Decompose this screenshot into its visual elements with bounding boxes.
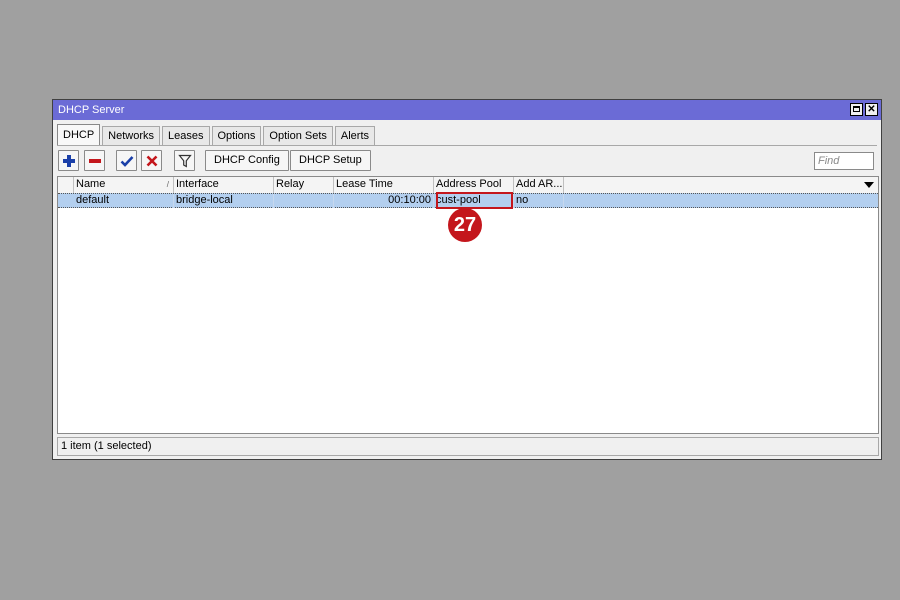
dhcp-server-window: DHCP Server ✕ DHCP Networks Leases Optio… (52, 99, 882, 460)
add-button[interactable] (58, 150, 79, 171)
tab-networks[interactable]: Networks (102, 126, 161, 145)
column-header-address-pool[interactable]: Address Pool (434, 177, 514, 193)
tab-option-sets[interactable]: Option Sets (263, 126, 333, 145)
step-number-badge: 27 (448, 208, 482, 242)
remove-button[interactable] (84, 150, 105, 171)
check-icon (120, 156, 134, 167)
close-button[interactable]: ✕ (865, 103, 878, 116)
window-titlebar[interactable]: DHCP Server ✕ (53, 100, 881, 120)
tab-bar: DHCP Networks Leases Options Option Sets… (57, 124, 377, 145)
column-header-label: Name (76, 178, 106, 190)
cell-add-arp: no (514, 194, 564, 208)
tab-options[interactable]: Options (211, 126, 262, 145)
plus-icon (63, 155, 75, 167)
column-header-add-arp[interactable]: Add AR... (514, 177, 564, 193)
x-icon (146, 155, 158, 167)
disable-button[interactable] (141, 150, 162, 171)
window-title: DHCP Server (58, 104, 125, 116)
tab-alerts[interactable]: Alerts (334, 126, 376, 145)
tab-divider (57, 145, 877, 146)
address-pool-highlight (436, 192, 513, 209)
status-text: 1 item (1 selected) (61, 440, 152, 452)
tab-dhcp[interactable]: DHCP (57, 124, 101, 145)
column-header-name[interactable]: Name / (74, 177, 174, 193)
minus-icon (89, 159, 101, 163)
find-input[interactable] (814, 152, 874, 170)
filter-icon (178, 154, 192, 168)
enable-button[interactable] (116, 150, 137, 171)
column-header-lease-time[interactable]: Lease Time (334, 177, 434, 193)
column-header-flags[interactable] (58, 177, 74, 193)
filter-button[interactable] (174, 150, 195, 171)
table-row[interactable]: default bridge-local 00:10:00 cust-pool … (58, 192, 878, 209)
cell-name: default (74, 194, 174, 208)
dhcp-setup-button[interactable]: DHCP Setup (290, 150, 371, 171)
status-bar: 1 item (1 selected) (57, 437, 879, 456)
maximize-button[interactable] (850, 103, 863, 116)
toolbar: DHCP Config DHCP Setup (57, 149, 877, 173)
cell-interface: bridge-local (174, 194, 274, 208)
cell-relay (274, 194, 334, 208)
sort-indicator-icon: / (166, 180, 169, 189)
column-header-interface[interactable]: Interface (174, 177, 274, 193)
cell-lease-time: 00:10:00 (334, 194, 434, 208)
column-menu-icon[interactable] (864, 182, 874, 188)
dhcp-config-button[interactable]: DHCP Config (205, 150, 289, 171)
tab-leases[interactable]: Leases (162, 126, 210, 145)
column-header-relay[interactable]: Relay (274, 177, 334, 193)
